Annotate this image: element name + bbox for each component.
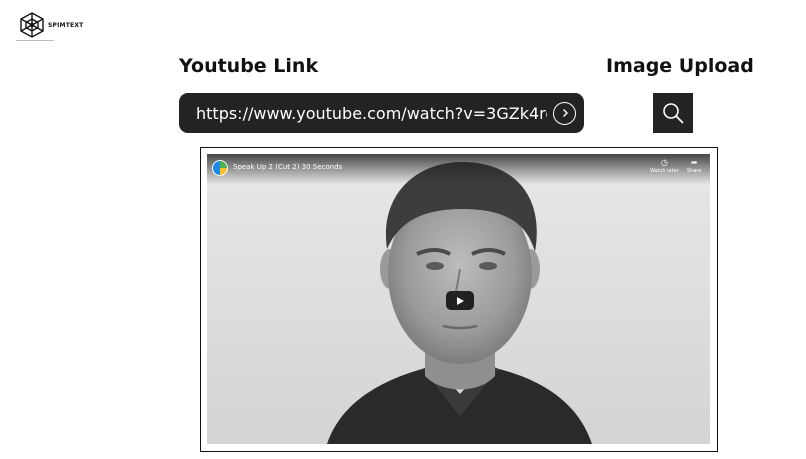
watch-later-label: Watch later [650,168,679,174]
clock-icon: ◷ [660,158,668,167]
chevron-right-icon [562,109,568,117]
brand-name: SPIMTEXT [48,21,84,29]
share-button[interactable]: ➦ Share [687,158,701,174]
search-icon [663,103,684,124]
molecule-icon [20,12,44,38]
video-title[interactable]: Speak Up 2 (Cut 2) 30 Seconds [233,163,342,171]
submit-url-button[interactable] [553,101,576,125]
image-upload-button[interactable] [653,93,693,133]
video-embed[interactable]: Speak Up 2 (Cut 2) 30 Seconds ◷ Watch la… [207,154,710,444]
image-upload-heading: Image Upload [606,55,754,77]
logo-divider [16,40,54,41]
youtube-url-bar [179,93,584,133]
play-icon [456,296,464,305]
video-player-frame: Speak Up 2 (Cut 2) 30 Seconds ◷ Watch la… [200,147,718,452]
channel-avatar-icon[interactable] [212,160,228,176]
youtube-link-heading: Youtube Link [179,55,319,77]
share-label: Share [687,168,702,174]
watch-later-button[interactable]: ◷ Watch later [650,158,679,174]
share-arrow-icon: ➦ [690,158,698,167]
youtube-url-input[interactable] [196,103,547,123]
play-button[interactable] [446,291,474,310]
brand-logo[interactable]: SPIMTEXT [18,11,83,39]
